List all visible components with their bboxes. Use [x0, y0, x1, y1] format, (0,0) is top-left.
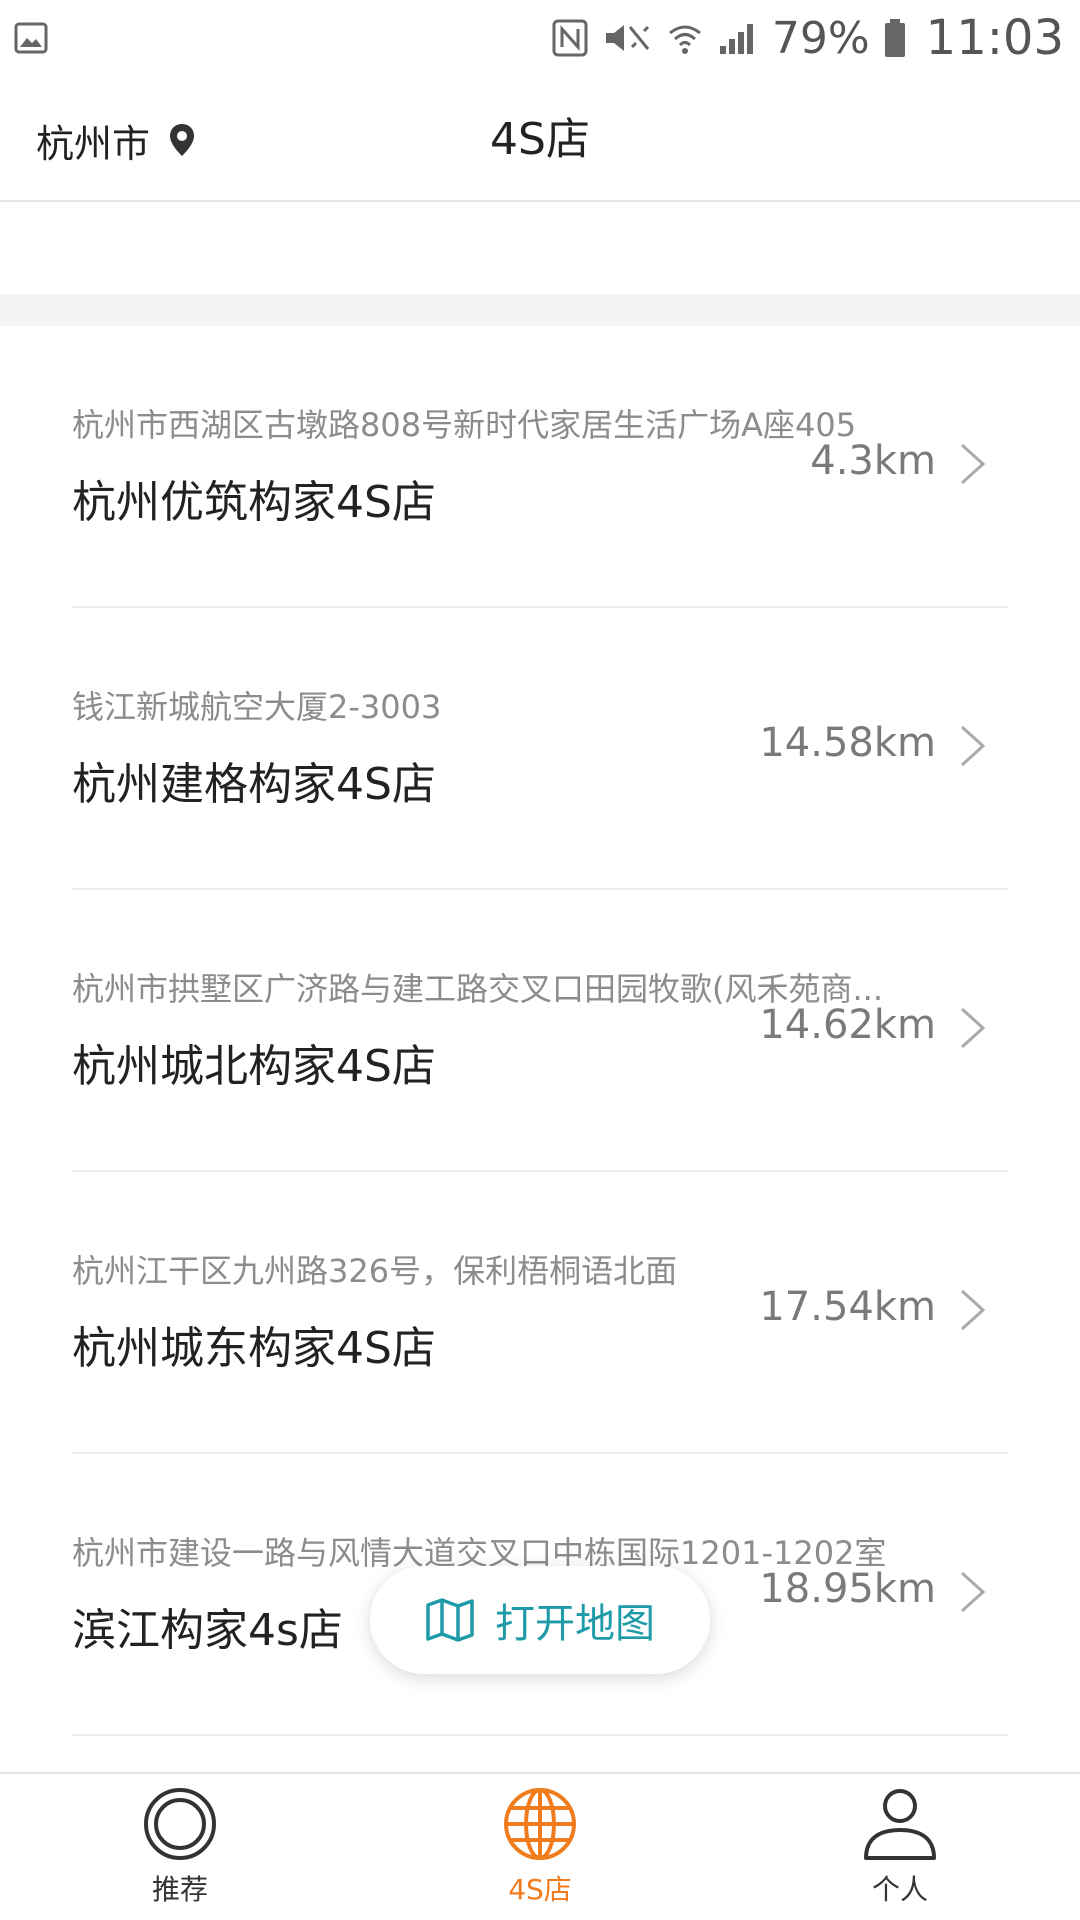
nfc-icon	[552, 19, 588, 57]
screen: 79% 11:03 杭州市 4S店 杭州市西湖区古墩路808号新时代家居生活广场…	[0, 0, 1080, 1920]
chevron-right-icon	[960, 1007, 986, 1049]
store-name: 杭州城北构家4S店	[72, 1041, 436, 1092]
person-icon	[864, 1789, 936, 1860]
tab-personal-label: 个人	[871, 1873, 928, 1906]
store-distance: 14.58km	[759, 720, 936, 766]
battery-percent: 79%	[771, 12, 870, 64]
bottom-nav: 推荐 4S店 个人	[0, 1772, 1080, 1920]
circle-target-icon	[144, 1788, 216, 1860]
chevron-right-icon	[960, 725, 986, 767]
globe-icon	[504, 1788, 576, 1860]
store-name: 滨江构家4s店	[72, 1605, 343, 1656]
tab-recommend[interactable]: 推荐	[0, 1774, 360, 1920]
chevron-right-icon	[960, 443, 986, 485]
store-name: 杭州建格构家4S店	[72, 759, 436, 810]
store-item[interactable]: 杭州市西湖区古墩路808号新时代家居生活广场A座405 杭州优筑构家4S店 4.…	[72, 326, 1008, 608]
signal-icon	[718, 20, 758, 56]
tab-4s-store-label: 4S店	[508, 1873, 572, 1906]
open-map-button[interactable]: 打开地图	[370, 1566, 710, 1674]
section-divider	[0, 294, 1080, 326]
mute-icon	[602, 19, 652, 57]
store-distance: 4.3km	[810, 438, 936, 484]
store-distance: 17.54km	[759, 1284, 936, 1330]
store-item[interactable]: 钱江新城航空大厦2-3003 杭州建格构家4S店 14.58km	[72, 608, 1008, 890]
header: 杭州市 4S店	[0, 76, 1080, 202]
store-name: 杭州城东构家4S店	[72, 1323, 436, 1374]
status-bar: 79% 11:03	[0, 0, 1080, 76]
gallery-notification-icon	[14, 21, 48, 55]
wifi-icon	[666, 19, 704, 57]
store-item[interactable]: 杭州市拱墅区广济路与建工路交叉口田园牧歌(风禾苑商... 杭州城北构家4S店 1…	[72, 890, 1008, 1172]
chevron-right-icon	[960, 1571, 986, 1613]
clock: 11:03	[925, 10, 1064, 66]
battery-icon	[884, 18, 906, 58]
chevron-right-icon	[960, 1289, 986, 1331]
store-list: 杭州市西湖区古墩路808号新时代家居生活广场A座405 杭州优筑构家4S店 4.…	[0, 326, 1080, 1736]
open-map-label: 打开地图	[495, 1601, 655, 1647]
store-distance: 14.62km	[759, 1002, 936, 1048]
store-distance: 18.95km	[759, 1566, 936, 1612]
tab-recommend-label: 推荐	[151, 1873, 208, 1906]
store-name: 杭州优筑构家4S店	[72, 477, 436, 528]
tab-personal[interactable]: 个人	[720, 1774, 1080, 1920]
map-icon	[426, 1598, 474, 1642]
page-title: 4S店	[490, 114, 590, 165]
store-item[interactable]: 杭州江干区九州路326号，保利梧桐语北面 杭州城东构家4S店 17.54km	[72, 1172, 1008, 1454]
tab-4s-store[interactable]: 4S店	[360, 1774, 720, 1920]
